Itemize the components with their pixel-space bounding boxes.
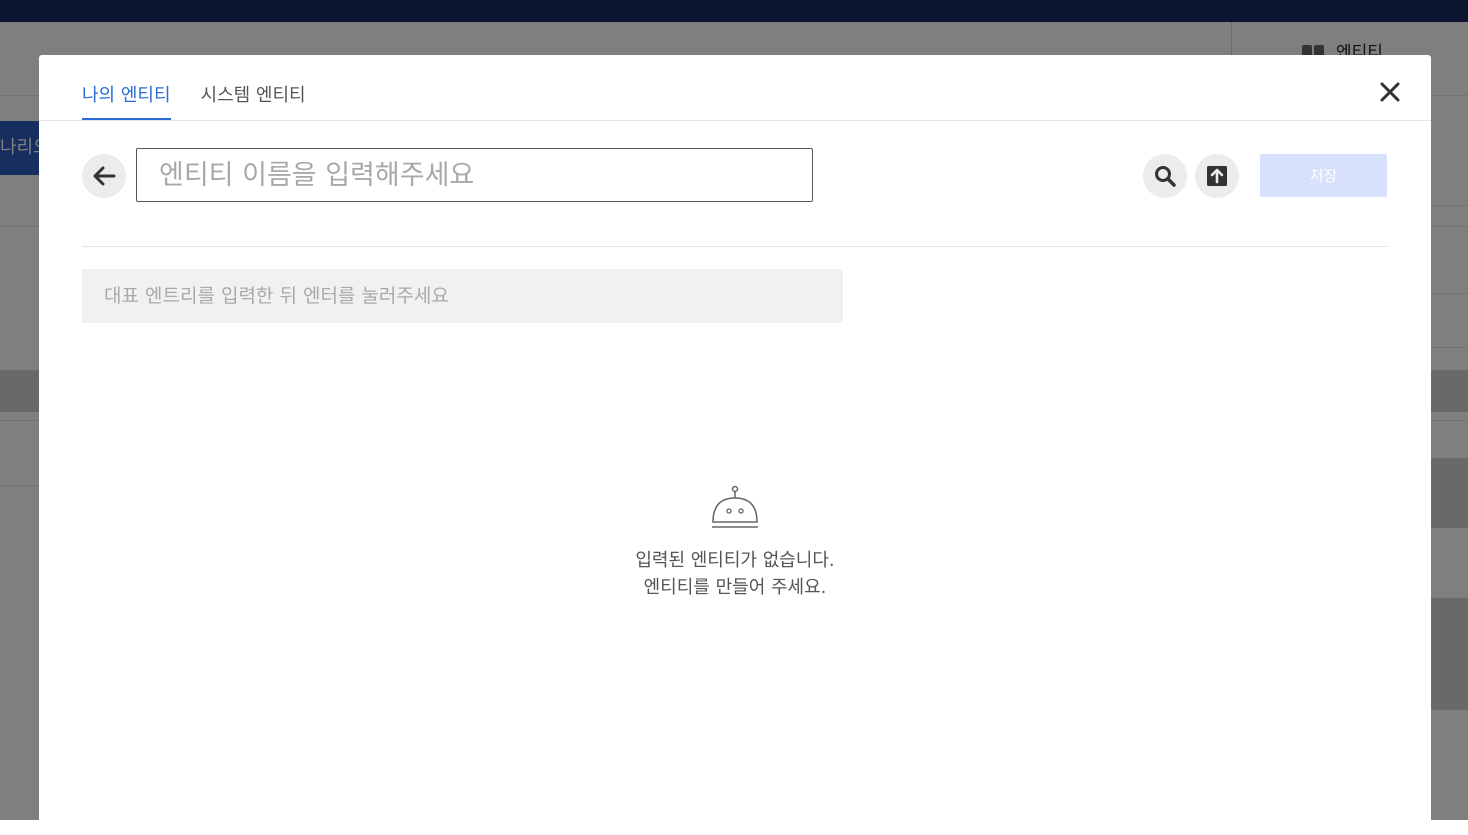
close-button[interactable] (1375, 77, 1405, 107)
empty-message-line2: 엔티티를 만들어 주세요. (644, 574, 827, 601)
arrow-left-icon (92, 166, 116, 186)
tab-system-entities[interactable]: 시스템 엔티티 (201, 55, 306, 121)
representative-entry-input[interactable] (82, 269, 843, 323)
upload-button[interactable] (1195, 154, 1239, 198)
save-button[interactable]: 저장 (1260, 154, 1387, 197)
tabs-divider (39, 120, 1431, 121)
close-icon (1380, 82, 1400, 102)
search-button[interactable] (1143, 154, 1187, 198)
entity-modal: 나의 엔티티 시스템 엔티티 저장 (39, 55, 1431, 835)
top-navigation-bar (0, 0, 1468, 22)
entity-name-input[interactable] (136, 148, 813, 202)
upload-icon (1206, 165, 1228, 187)
empty-state: 입력된 엔티티가 없습니다. 엔티티를 만들어 주세요. (535, 485, 935, 601)
section-divider (82, 246, 1387, 247)
entity-tabs: 나의 엔티티 시스템 엔티티 (82, 55, 306, 121)
back-button[interactable] (82, 154, 126, 198)
search-icon (1154, 165, 1176, 187)
tab-my-entities[interactable]: 나의 엔티티 (82, 55, 171, 121)
robot-icon (710, 485, 760, 531)
empty-message-line1: 입력된 엔티티가 없습니다. (635, 547, 834, 574)
